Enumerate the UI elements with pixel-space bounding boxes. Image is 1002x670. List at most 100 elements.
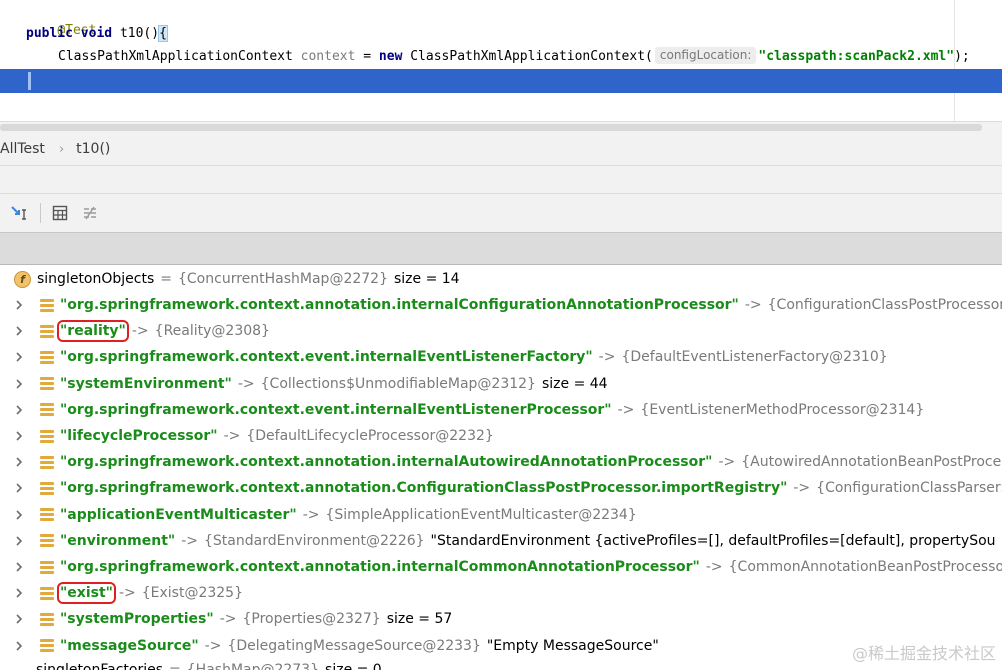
field-equals: = [169, 662, 181, 670]
chevron-right-icon[interactable] [14, 326, 24, 336]
entry-key: "org.springframework.context.annotation.… [60, 454, 713, 471]
method-name: t10 [119, 26, 144, 41]
tree-row-map-entry[interactable]: "systemProperties" -> {Properties@2327} siz… [0, 606, 1002, 632]
map-entry-icon [40, 429, 54, 443]
chevron-right-icon[interactable] [14, 379, 24, 389]
entry-value: {Properties@2327} [242, 611, 381, 628]
chevron-right-icon[interactable] [14, 483, 24, 493]
field-name: singletonObjects [37, 271, 155, 287]
tree-row-map-entry[interactable]: "environment" -> {StandardEnvironment@2226… [0, 528, 1002, 554]
variable-name: context [300, 49, 356, 64]
chevron-right-icon[interactable] [14, 405, 24, 415]
entry-value: {Exist@2325} [141, 585, 243, 602]
map-entry-icon [40, 350, 54, 364]
method-parens: () [143, 26, 160, 41]
code-editor[interactable]: @Test public void t10(){ ClassPathXmlApp… [0, 0, 1002, 122]
editor-horizontal-scrollbar[interactable] [0, 121, 1002, 133]
entry-key: "lifecycleProcessor" [60, 428, 218, 444]
tree-row-map-entry[interactable]: "org.springframework.context.annotation.… [0, 475, 1002, 501]
field-size: size = 14 [393, 271, 460, 287]
chevron-right-icon[interactable] [14, 588, 24, 598]
map-entry-icon [40, 377, 54, 391]
map-entry-icon [40, 455, 54, 469]
tree-row-singleton-objects[interactable]: f singletonObjects = {ConcurrentHashMap@… [0, 266, 1002, 292]
tree-row-map-entry[interactable]: "org.springframework.context.annotation.… [0, 449, 1002, 475]
entry-extra: "Empty MessageSource" [486, 637, 659, 654]
entry-value: {EventListenerMethodProcessor@2314} [640, 401, 925, 418]
entry-value: {DefaultLifecycleProcessor@2232} [246, 428, 494, 444]
constructor-call: ClassPathXmlApplicationContext( [410, 49, 653, 64]
entry-value: {Collections$UnmodifiableMap@2312} [260, 375, 536, 392]
tree-row-map-entry[interactable]: "systemEnvironment" -> {Collections$Unmodi… [0, 371, 1002, 397]
chevron-right-icon[interactable] [14, 300, 24, 310]
trace-button[interactable] [79, 202, 101, 224]
variables-header-bar [0, 232, 1002, 265]
tree-row-map-entry[interactable]: "org.springframework.context.event.inter… [0, 344, 1002, 370]
chevron-right-icon[interactable] [14, 352, 24, 362]
entry-value: {DelegatingMessageSource@2233} [227, 637, 481, 654]
chevron-right-icon[interactable] [14, 614, 24, 624]
tree-row-map-entry[interactable]: "applicationEventMulticaster" -> {SimpleAp… [0, 502, 1002, 528]
chevron-right-icon[interactable] [14, 562, 24, 572]
entry-arrow: -> [718, 454, 736, 471]
entry-key: "org.springframework.context.event.inter… [60, 401, 612, 418]
code-line-annotation[interactable]: @Test [26, 1, 96, 38]
entry-key: "messageSource" [60, 637, 199, 654]
field-size: size = 0 [325, 662, 382, 670]
field-name: singletonFactories [36, 662, 164, 670]
chevron-right-icon[interactable] [14, 457, 24, 467]
type-name: ClassPathXmlApplicationContext [58, 49, 293, 64]
entry-extra: size = 57 [386, 611, 453, 628]
entry-key: "exist" [57, 582, 116, 605]
entry-value: {AutowiredAnnotationBeanPostProcesso [741, 454, 1002, 471]
code-line-context-init[interactable]: ClassPathXmlApplicationContext context =… [58, 47, 970, 67]
entry-key: "org.springframework.context.annotation.… [60, 297, 739, 313]
breadcrumb-method[interactable]: t10() [76, 141, 110, 157]
tree-row-map-entry[interactable]: "org.springframework.context.event.inter… [0, 397, 1002, 423]
chevron-right-icon[interactable] [14, 510, 24, 520]
current-execution-line[interactable] [0, 69, 1002, 93]
entry-value: {StandardEnvironment@2226} [204, 532, 425, 549]
step-to-cursor-button[interactable] [8, 202, 30, 224]
entry-arrow: -> [204, 637, 222, 654]
tree-row-map-entry[interactable]: "exist" -> {Exist@2325} [0, 580, 1002, 606]
debug-toolbar [0, 194, 1002, 232]
caret-marker [28, 72, 31, 90]
entry-key: "org.springframework.context.annotation.… [60, 559, 700, 575]
chevron-right-icon[interactable] [14, 536, 24, 546]
entry-extra: "StandardEnvironment {activeProfiles=[],… [430, 532, 996, 549]
entry-arrow: -> [118, 585, 136, 602]
entry-value: {ConfigurationClassPostProcessor@2 [767, 297, 1002, 313]
entry-value: {SimpleApplicationEventMulticaster@2234} [325, 506, 637, 523]
map-entry-icon [40, 403, 54, 417]
entry-key: "org.springframework.context.annotation.… [60, 480, 788, 497]
entry-arrow: -> [598, 349, 616, 366]
code-line-method-signature[interactable]: public void t10(){ [26, 24, 168, 44]
entry-key: "environment" [60, 532, 176, 549]
tree-row-map-entry[interactable]: "reality" -> {Reality@2308} [0, 318, 1002, 344]
chevron-right-icon[interactable] [14, 431, 24, 441]
field-value: {ConcurrentHashMap@2272} [178, 271, 388, 287]
variables-tree[interactable]: f singletonObjects = {ConcurrentHashMap@… [0, 265, 1002, 670]
entry-value: {ConfigurationClassParser$Imp [816, 480, 1002, 497]
entry-value: {Reality@2308} [154, 323, 270, 340]
entry-key: "systemEnvironment" [60, 375, 232, 392]
open-brace: { [158, 25, 168, 42]
tree-row-map-entry[interactable]: "org.springframework.context.annotation.… [0, 554, 1002, 580]
tree-row-map-entry[interactable]: "org.springframework.context.annotation.… [0, 292, 1002, 318]
assign-operator: = [363, 49, 372, 64]
chevron-right-icon[interactable] [14, 641, 24, 651]
entry-key: "systemProperties" [60, 611, 214, 628]
tree-row-map-entry[interactable]: "lifecycleProcessor" -> {DefaultLifecycleP… [0, 423, 1002, 449]
entry-arrow: -> [302, 506, 320, 523]
entry-arrow: -> [705, 559, 723, 575]
entry-key: "reality" [57, 320, 129, 343]
map-entry-icon [40, 612, 54, 626]
breadcrumb-class[interactable]: AllTest [0, 141, 45, 157]
string-literal: "classpath:scanPack2.xml" [758, 49, 955, 64]
toolbar-divider [40, 203, 41, 223]
trace-icon [84, 206, 96, 220]
evaluate-expression-button[interactable] [49, 202, 71, 224]
scrollbar-thumb[interactable] [0, 124, 982, 131]
field-value: {HashMap@2273} [186, 662, 320, 670]
